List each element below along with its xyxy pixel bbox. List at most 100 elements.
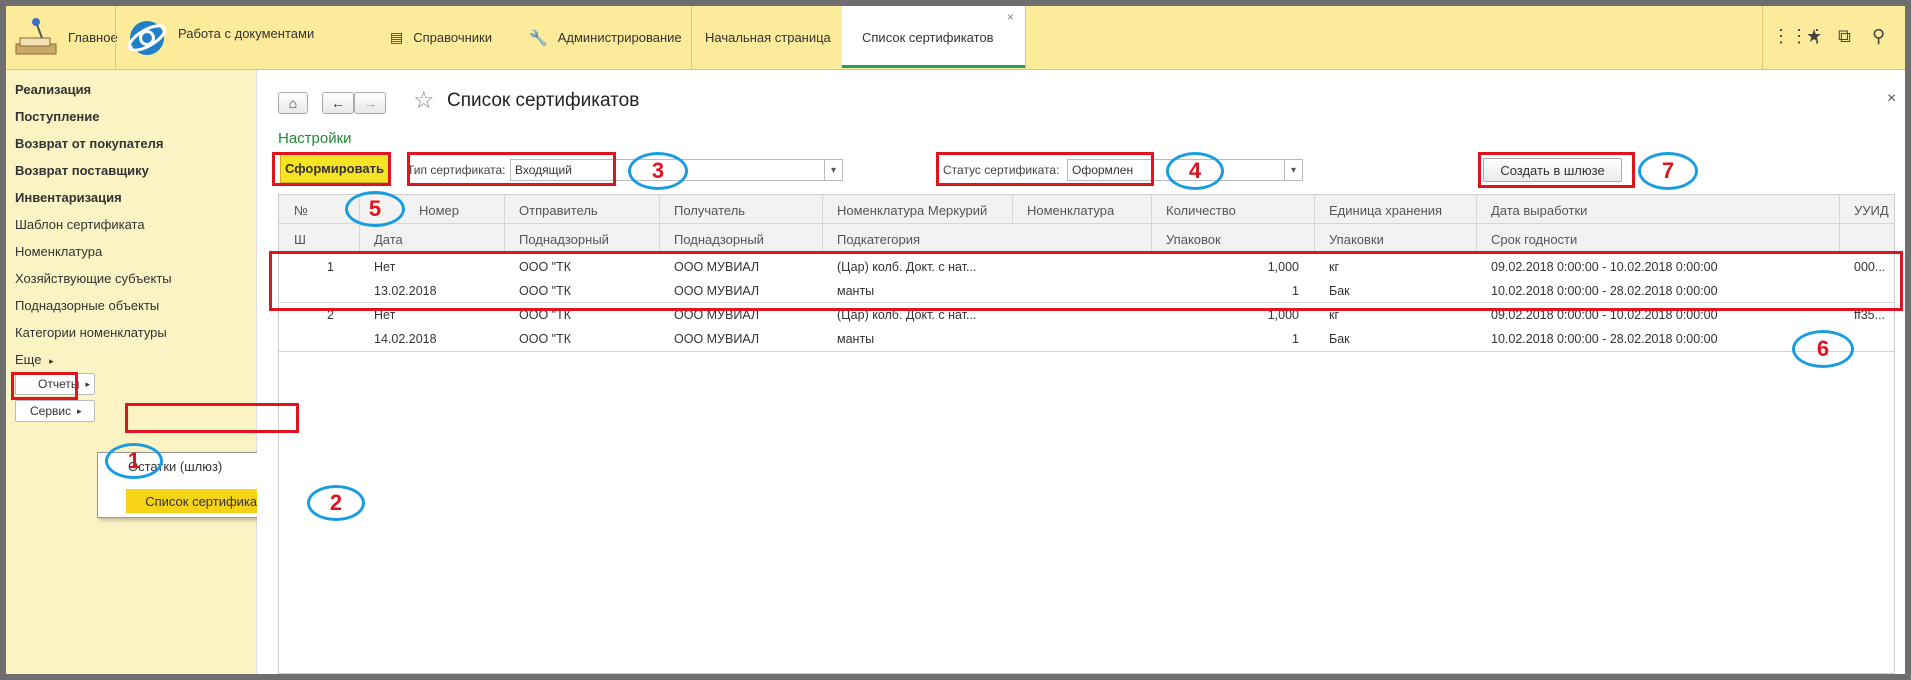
star-icon[interactable]: ★ <box>1806 26 1822 47</box>
divider <box>115 6 116 69</box>
docs-label: Работа с документами <box>178 26 315 41</box>
app-window: Главное Работа с документами ▤ Справочни… <box>6 6 1905 674</box>
arrow-right-nav-icon: → <box>363 95 377 111</box>
col-header-prod-date: Дата выработки <box>1491 203 1588 218</box>
col-divider <box>504 195 505 252</box>
sidebar-item-business-entities[interactable]: Хозяйствующие субъекты <box>15 271 172 286</box>
admin-label: Администрирование <box>557 30 682 45</box>
refs-section[interactable]: ▤ Справочники <box>390 6 492 69</box>
col-divider <box>1476 195 1477 252</box>
close-form-icon[interactable]: × <box>1887 90 1896 108</box>
status-dropdown[interactable]: ▾ <box>1285 159 1303 181</box>
col-divider <box>822 195 823 252</box>
service-label: Сервис <box>30 404 72 418</box>
callout-3: 3 <box>628 152 688 190</box>
divider <box>1762 6 1763 69</box>
col-header-expiry: Срок годности <box>1491 232 1578 247</box>
home-desk-icon <box>15 17 57 54</box>
cell-subcategory: манты <box>837 332 875 346</box>
annotation-box-status <box>936 152 1154 186</box>
arrow-right-icon: ▸ <box>49 356 54 366</box>
sidebar-item-supervised-objects[interactable]: Поднадзорные объекты <box>15 298 159 313</box>
forward-button[interactable]: → <box>354 92 386 114</box>
sidebar-item-customer-return[interactable]: Возврат от покупателя <box>15 136 163 151</box>
col-header-sender-supervised: Поднадзорный <box>519 232 609 247</box>
cell-date: 14.02.2018 <box>374 332 437 346</box>
divider <box>691 6 692 69</box>
chevron-down-icon: ▾ <box>830 164 837 176</box>
table-header: № Номер Отправитель Получатель Номенклат… <box>279 195 1894 253</box>
sidebar-item-categories[interactable]: Категории номенклатуры <box>15 325 167 340</box>
row-divider <box>279 351 1894 352</box>
sidebar-item-certificate-template[interactable]: Шаблон сертификата <box>15 217 145 232</box>
cell-receiver-supervised: ООО МУВИАЛ <box>674 332 760 346</box>
col-header-sh: Ш <box>294 232 306 247</box>
house-icon: ⌂ <box>288 95 298 111</box>
annotation-box-list-menu <box>125 403 299 433</box>
tab-start-page[interactable]: Начальная страница <box>705 6 831 69</box>
annotation-box-generate <box>272 152 391 186</box>
tab-close-icon[interactable]: × <box>1007 10 1014 24</box>
sidebar-item-more[interactable]: Еще ▸ <box>15 352 54 367</box>
col-header-number: Номер <box>419 203 460 218</box>
tab-certificate-list[interactable]: Список сертификатов × <box>842 6 1025 68</box>
arrow-right-icon: ▸ <box>85 378 91 389</box>
col-header-subcategory: Подкатегория <box>837 232 921 247</box>
callout-7: 7 <box>1638 152 1698 190</box>
back-button[interactable]: ← <box>322 92 354 114</box>
favorite-star-icon[interactable]: ☆ <box>413 86 435 115</box>
col-header-pack: Упаковки <box>1329 232 1384 247</box>
col-divider <box>659 195 660 252</box>
sidebar-item-nomenclature[interactable]: Номенклатура <box>15 244 102 259</box>
sidebar-item-sales[interactable]: Реализация <box>15 82 91 97</box>
col-header-receiver-supervised: Поднадзорный <box>674 232 764 247</box>
cell-sender-supervised: ООО "ТК <box>519 332 571 346</box>
home-button[interactable]: ⌂ <box>278 92 308 114</box>
tab-start-label: Начальная страница <box>705 30 831 45</box>
sidebar-item-inventory[interactable]: Инвентаризация <box>15 190 122 205</box>
col-divider <box>1839 195 1840 252</box>
tab-list-label: Список сертификатов <box>862 30 994 45</box>
callout-2: 2 <box>307 485 365 521</box>
cert-type-dropdown[interactable]: ▾ <box>825 159 843 181</box>
top-bar: Главное Работа с документами ▤ Справочни… <box>6 6 1905 70</box>
settings-link[interactable]: Настройки <box>278 130 352 147</box>
annotation-box-row1 <box>269 251 1903 311</box>
col-divider <box>1151 195 1152 252</box>
annotation-box-cert-type <box>407 152 616 186</box>
arrow-left-icon: ← <box>331 95 345 111</box>
sidebar-item-receipt[interactable]: Поступление <box>15 109 100 124</box>
annotation-box-reports <box>11 372 78 400</box>
chevron-down-icon: ▾ <box>1290 164 1297 176</box>
col-header-nomenclature: Номенклатура <box>1027 203 1115 218</box>
col-header-num: № <box>294 203 308 218</box>
globe-icon <box>127 20 167 55</box>
col-header-date: Дата <box>374 232 403 247</box>
sidebar-item-supplier-return[interactable]: Возврат поставщику <box>15 163 149 178</box>
home-section[interactable]: Главное <box>12 6 118 69</box>
docs-section[interactable]: Работа с документами <box>126 6 314 69</box>
service-button[interactable]: Сервис ▸ <box>15 400 95 422</box>
col-header-receiver: Получатель <box>674 203 746 218</box>
callout-5: 5 <box>345 191 405 227</box>
col-divider <box>1314 195 1315 252</box>
col-header-mercury: Номенклатура Меркурий <box>837 203 988 218</box>
col-header-packs: Упаковок <box>1166 232 1221 247</box>
wrench-icon: 🔧 <box>529 29 548 47</box>
divider <box>1025 6 1026 69</box>
callout-6: 6 <box>1792 330 1854 368</box>
cell-packs: 1 <box>1292 332 1299 346</box>
search-icon[interactable]: ⚲ <box>1872 26 1885 47</box>
col-header-sender: Отправитель <box>519 203 598 218</box>
header-divider <box>279 223 1894 224</box>
arrow-right-icon: ▸ <box>77 405 82 416</box>
home-label: Главное <box>68 30 118 45</box>
col-header-unit: Единица хранения <box>1329 203 1443 218</box>
callout-4: 4 <box>1166 152 1224 190</box>
refs-label: Справочники <box>413 30 492 45</box>
admin-section[interactable]: 🔧 Администрирование <box>529 6 682 69</box>
col-header-qty: Количество <box>1166 203 1236 218</box>
history-icon[interactable]: ⧉ <box>1838 26 1851 47</box>
cell-expiry: 10.02.2018 0:00:00 - 28.02.2018 0:00:00 <box>1491 332 1718 346</box>
list-icon: ▤ <box>390 29 404 45</box>
